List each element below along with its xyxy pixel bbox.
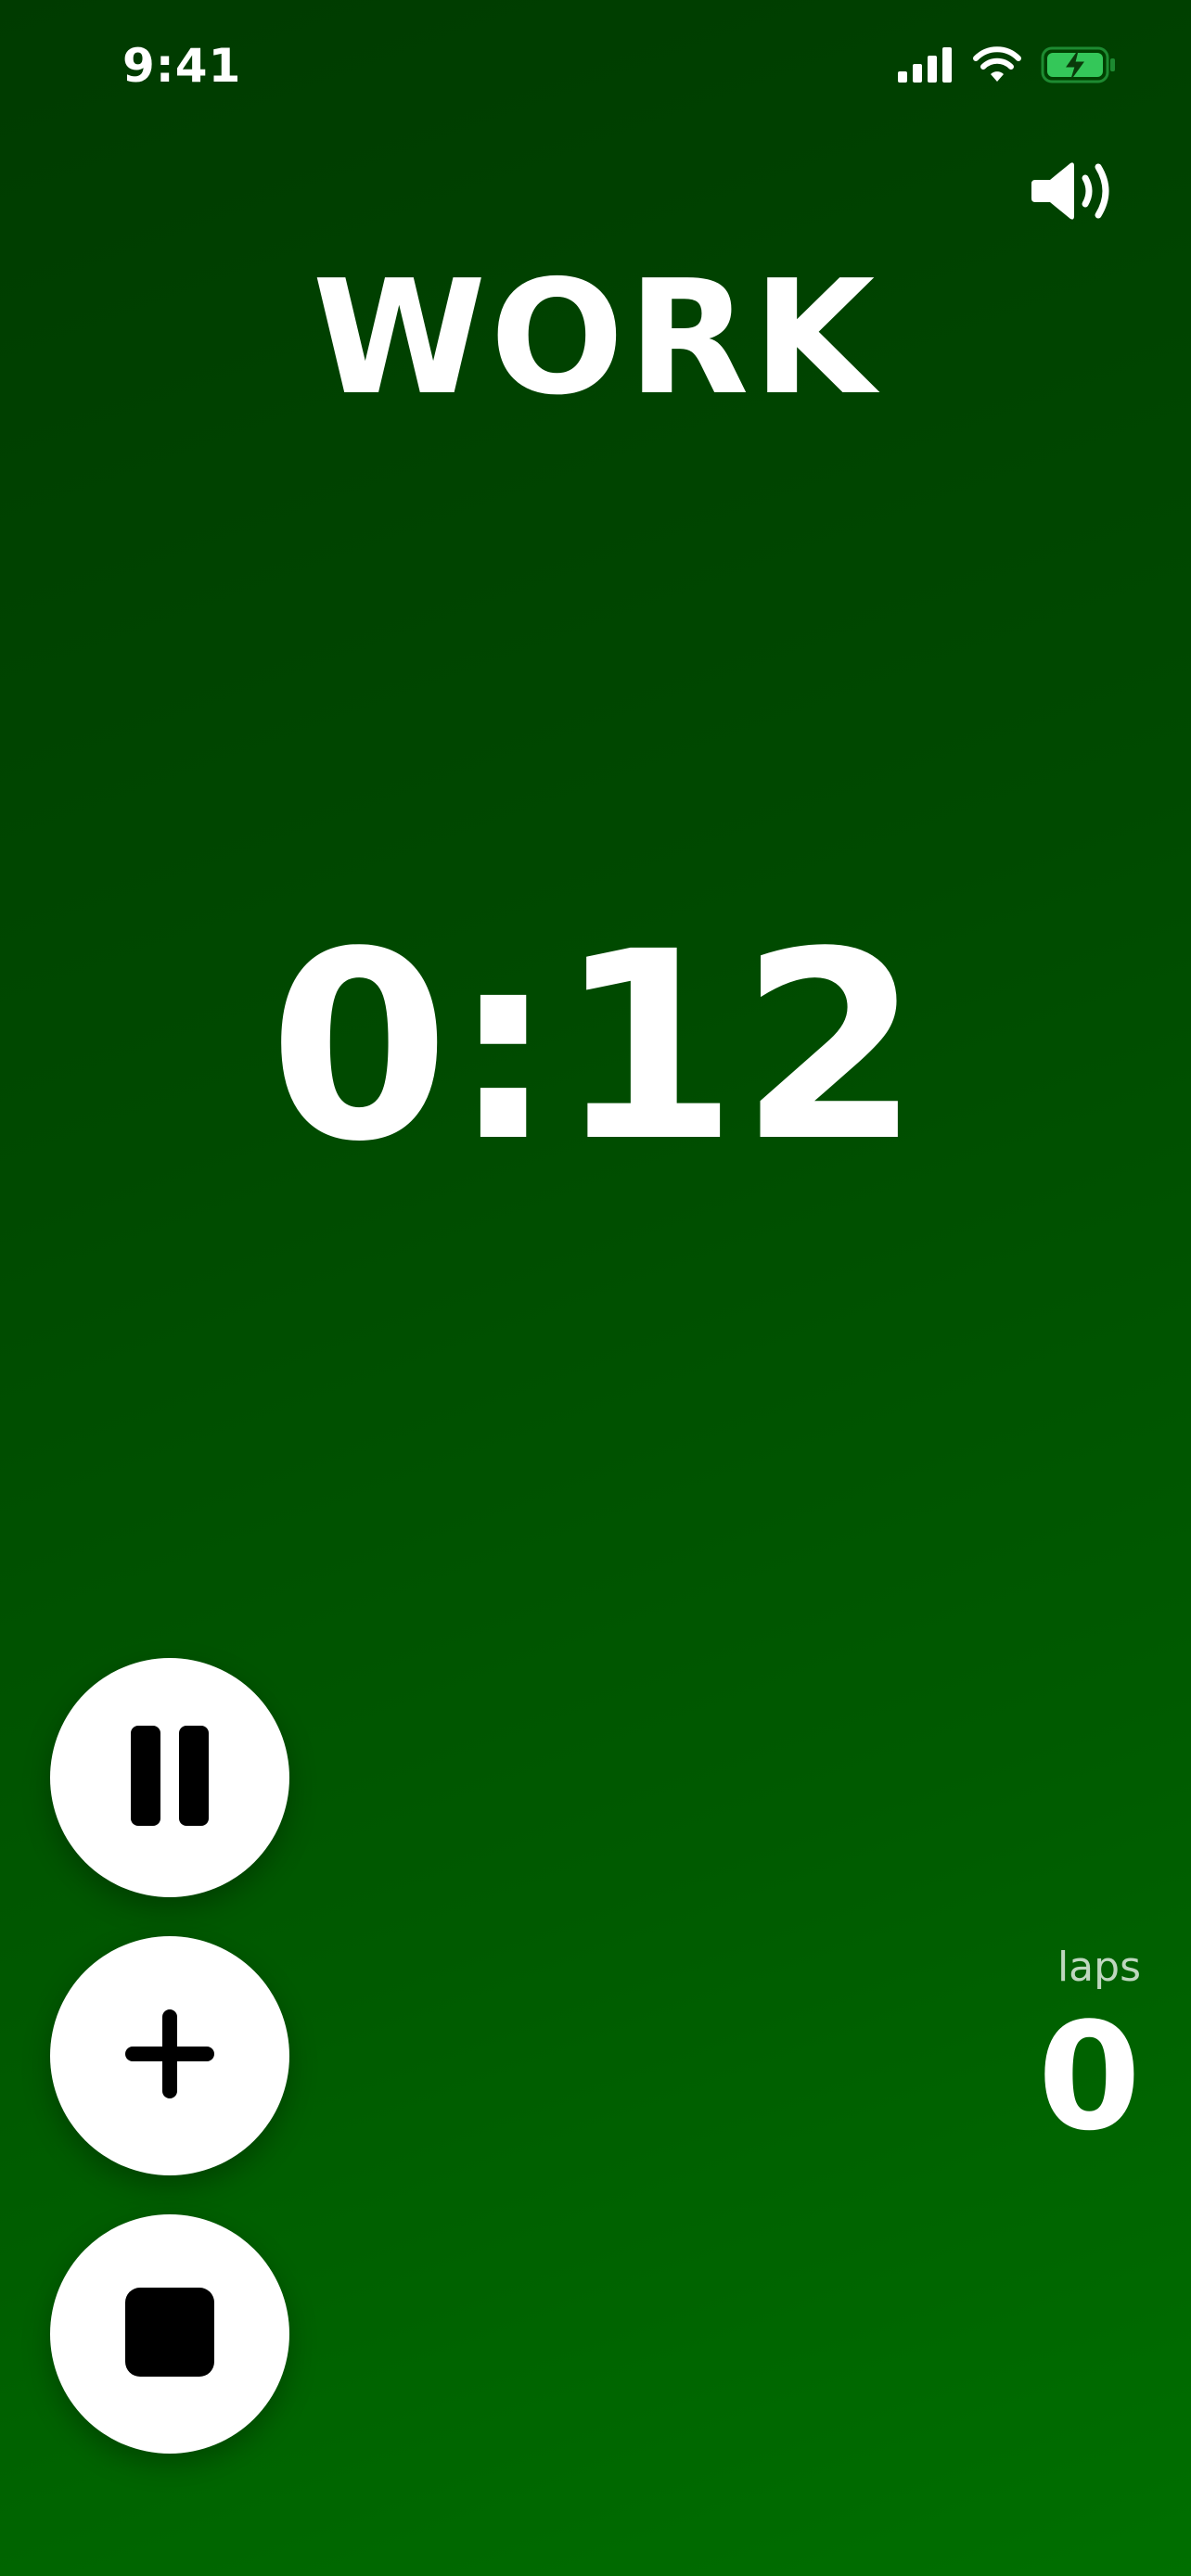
speaker-volume-icon [1031,158,1117,228]
laps-label: laps [1057,1944,1141,1991]
pause-button[interactable] [50,1658,289,1897]
stop-icon [125,2288,214,2380]
add-lap-button[interactable] [50,1936,289,2175]
laps-count: 0 [1037,1990,1141,2163]
status-icons [898,46,1117,83]
status-bar: 9:41 [0,0,1191,130]
wifi-icon [972,46,1022,83]
phase-title: WORK [312,247,879,430]
battery-charging-icon [1041,46,1117,83]
status-time: 9:41 [122,39,242,93]
pause-icon [131,1726,209,1830]
plus-icon [125,2009,214,2102]
countdown-timer: 0:12 [268,897,923,1199]
sound-toggle-button[interactable] [1024,148,1124,237]
stop-button[interactable] [50,2214,289,2454]
timer-screen: 9:41 WORK 0:12 laps 0 [0,0,1191,2576]
cellular-signal-icon [898,47,954,83]
